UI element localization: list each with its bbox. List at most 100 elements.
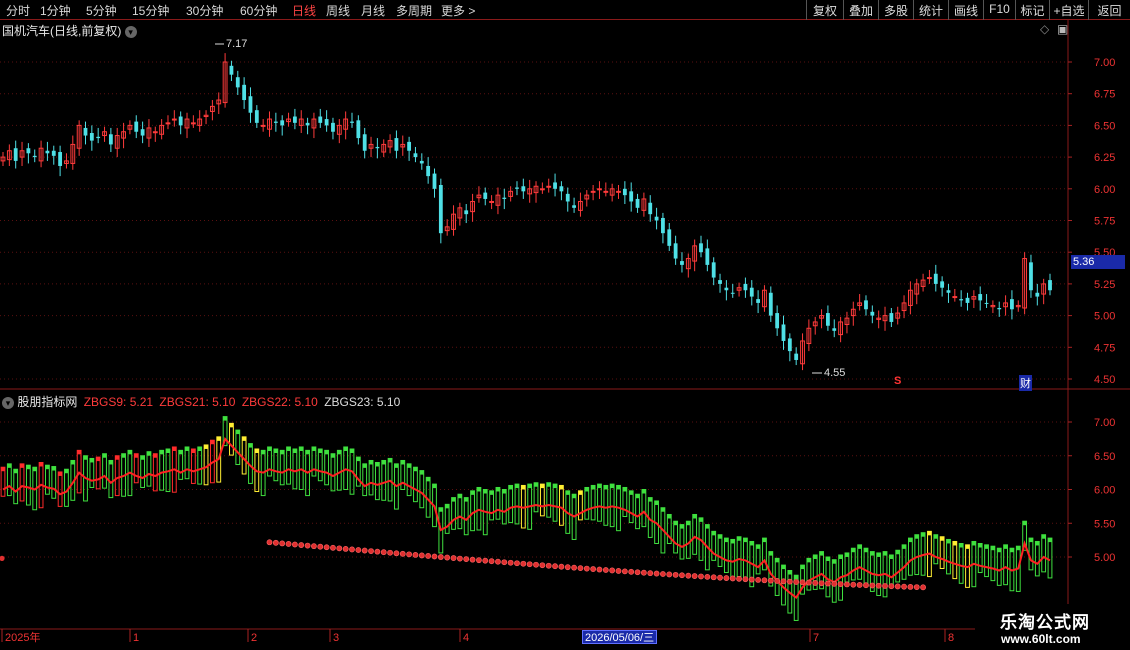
s-marker[interactable]: S (894, 375, 901, 387)
candle-body-down (235, 77, 240, 88)
fuquan-button[interactable]: 复权 (806, 0, 843, 20)
indicator-box-cap (261, 450, 266, 455)
period-tab[interactable]: 多周期 (396, 2, 432, 19)
indicator-box-cap (851, 548, 856, 553)
indicator-box (622, 486, 628, 518)
indicator-axis: 7.00 6.50 6.00 5.50 5.00 (1068, 417, 1115, 564)
overlay-button[interactable]: 叠加 (843, 0, 878, 20)
period-tab[interactable]: 15分钟 (132, 2, 169, 19)
indicator-tick-label: 6.00 (1094, 485, 1115, 497)
add-watchlist-button[interactable]: +自选 (1049, 0, 1088, 20)
indicator-dot (907, 583, 914, 590)
multi-stock-button[interactable]: 多股 (878, 0, 913, 20)
indicator-box-cap (413, 467, 418, 472)
statistics-button[interactable]: 统计 (913, 0, 948, 20)
indicator-name: 股朋指标网 (17, 395, 78, 409)
indicator-box-cap (51, 466, 56, 471)
mark-button[interactable]: 标记 (1015, 0, 1049, 20)
period-tab[interactable]: 1分钟 (40, 2, 71, 19)
indicator-box-cap (553, 484, 557, 489)
indicator-dot (850, 581, 857, 588)
indicator-box-cap (845, 552, 849, 557)
period-tab-active[interactable]: 日线 (292, 2, 316, 19)
indicator-box-cap (210, 440, 215, 445)
indicator-box (463, 497, 469, 536)
candle-body-down (108, 134, 113, 145)
indicator-box-cap (172, 446, 177, 451)
indicator-dot (825, 580, 831, 587)
indicator-box-cap (591, 485, 596, 490)
price-tick-label: 5.00 (1094, 311, 1115, 323)
indicator-dot (634, 569, 641, 576)
finance-marker[interactable]: 财 (1019, 375, 1032, 391)
chart-canvas[interactable]: 7.00 6.75 6.50 6.25 6.00 5.75 5.50 5.25 5.00 4.75… (0, 20, 1130, 650)
price-tick-label: 5.75 (1094, 216, 1115, 228)
period-tab[interactable]: 月线 (361, 2, 385, 19)
indicator-box-cap (324, 450, 329, 455)
window-toggle-icon[interactable]: ▣ (1057, 22, 1068, 36)
candle-body-down (680, 261, 684, 265)
indicator-dot (596, 566, 603, 573)
indicator-dot (323, 544, 330, 551)
diamond-icon[interactable]: ◇ (1040, 22, 1049, 36)
chevron-down-icon[interactable]: ▾ (2, 396, 14, 409)
indicator-box-cap (940, 536, 945, 541)
indicator-box (723, 537, 729, 574)
candle-body-down (635, 198, 640, 208)
indicator-box (64, 468, 69, 507)
indicator-box-cap (718, 534, 722, 539)
indicator-box (203, 444, 209, 486)
candle-body-down (756, 299, 761, 303)
period-tab[interactable]: 30分钟 (186, 2, 223, 19)
candle-body-down (553, 182, 557, 189)
indicator-box-cap (711, 531, 716, 536)
indicator-box-cap (629, 490, 634, 495)
indicator-box-cap (597, 484, 602, 489)
indicator-dot (349, 546, 355, 553)
indicator-box (102, 453, 107, 489)
indicator-dot (412, 551, 419, 558)
indicator-box (692, 513, 698, 555)
date-axis: 2025年 1 2 3 4 7 8 (1, 629, 954, 644)
indicator-dot (805, 579, 812, 586)
candle-body-down (711, 262, 716, 278)
indicator-box-cap (400, 460, 405, 465)
indicator-dot (672, 571, 679, 578)
indicator-box-cap (749, 541, 754, 546)
date-tick-label: 4 (463, 632, 469, 644)
indicator-box-cap (813, 554, 818, 559)
more-menu[interactable]: 更多 > (441, 2, 475, 19)
indicator-dot (501, 559, 508, 566)
indicator-box-cap (686, 521, 691, 526)
indicator-dot (742, 576, 749, 583)
indicator-box-cap (197, 446, 202, 451)
indicator-box-cap (737, 536, 741, 541)
period-tab[interactable]: 周线 (326, 2, 350, 19)
period-tab[interactable]: 60分钟 (240, 2, 277, 19)
indicator-box (197, 446, 203, 485)
indicator-box (25, 464, 31, 506)
indicator-box-cap (134, 453, 139, 458)
draw-line-button[interactable]: 画线 (948, 0, 983, 20)
f10-button[interactable]: F10 (983, 0, 1015, 20)
candle-body-down (946, 290, 951, 293)
current-price-badge: 5.36 (1071, 255, 1125, 269)
indicator-tick-label: 6.50 (1094, 451, 1115, 463)
indicator-box-cap (927, 531, 932, 536)
chevron-down-icon[interactable]: ▾ (124, 25, 137, 38)
candle-body-up (597, 188, 602, 191)
candle-body-down (375, 146, 380, 149)
indicator-box (679, 524, 685, 560)
period-tab[interactable]: 5分钟 (86, 2, 117, 19)
back-button[interactable]: 返回 (1088, 0, 1130, 20)
indicator-box-cap (635, 494, 640, 499)
indicator-box (146, 451, 152, 487)
indicator-box (152, 453, 158, 492)
indicator-box-cap (984, 544, 989, 549)
period-tab[interactable]: 分时 (6, 2, 30, 19)
indicator-box (539, 483, 545, 517)
grid-lines (0, 20, 1130, 650)
candle-body-down (889, 313, 894, 322)
indicator-box (952, 540, 958, 580)
indicator-box (400, 459, 406, 491)
